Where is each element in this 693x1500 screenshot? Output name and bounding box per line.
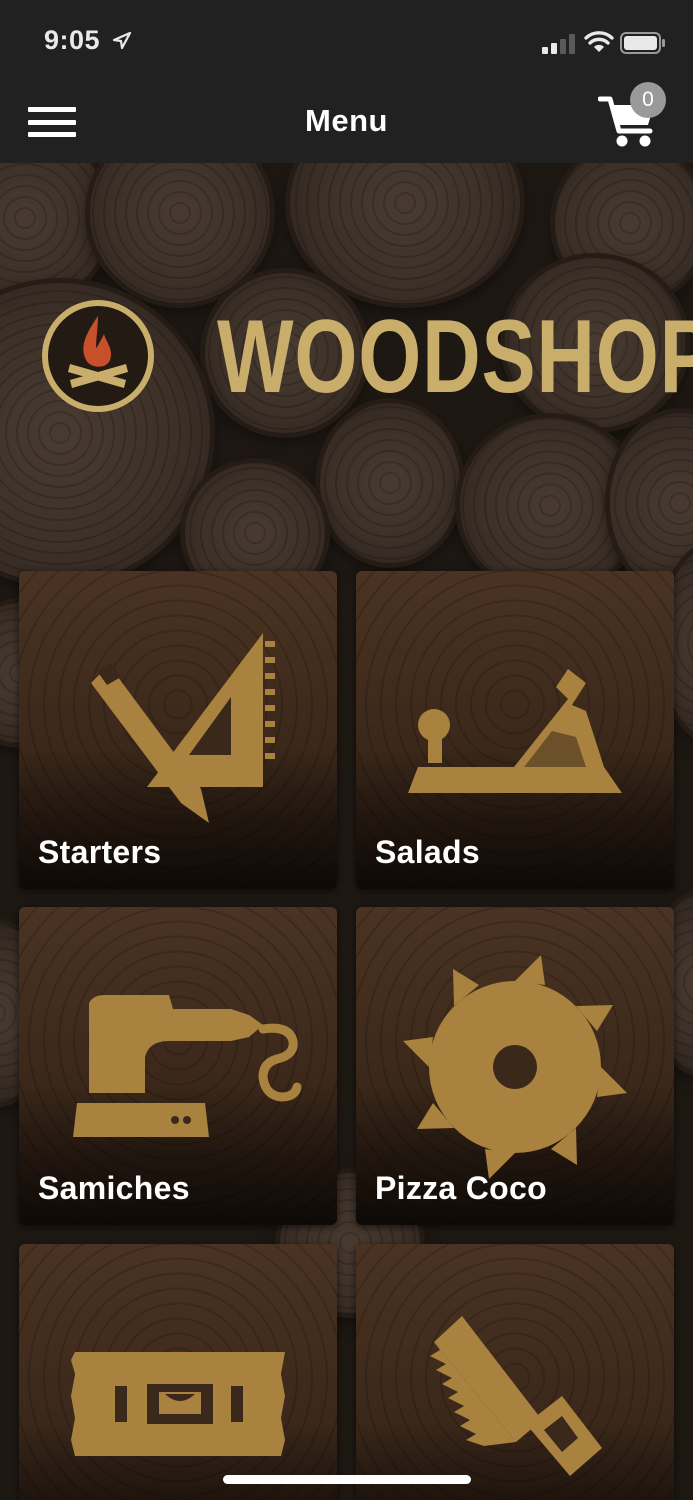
category-tile-samiches[interactable]: Samiches	[19, 907, 337, 1225]
campfire-emblem-icon	[42, 300, 154, 412]
nav-bar: Menu 0	[0, 82, 693, 163]
status-time: 9:05	[44, 25, 101, 55]
hand-saw-icon	[430, 1316, 602, 1476]
category-tile-saw[interactable]	[356, 1244, 674, 1500]
woodshop-logo: WOODSHOP	[40, 298, 693, 418]
logo-wordmark: WOODSHOP	[217, 299, 693, 415]
battery-icon	[620, 32, 665, 54]
spirit-level-icon	[71, 1352, 285, 1456]
category-tile-salads[interactable]: Salads	[356, 571, 674, 889]
category-tile-starters[interactable]: Starters	[19, 571, 337, 889]
cart-count-badge[interactable]: 0	[630, 82, 666, 118]
category-label: Starters	[38, 834, 162, 870]
app-screen: 9:05 Menu 0 WOODSHOP Starters Salads Sam…	[0, 0, 693, 1500]
page-title: Menu	[305, 103, 388, 138]
status-bar: 9:05	[0, 0, 693, 85]
category-tile-level[interactable]	[19, 1244, 337, 1500]
home-indicator[interactable]	[223, 1475, 471, 1484]
category-tile-pizza-coco[interactable]: Pizza Coco	[356, 907, 674, 1225]
category-label: Samiches	[38, 1170, 190, 1206]
category-label: Salads	[375, 834, 480, 870]
wifi-icon	[584, 31, 614, 52]
location-arrow-icon	[112, 31, 132, 50]
cellular-signal-icon	[542, 34, 575, 54]
category-label: Pizza Coco	[375, 1170, 547, 1206]
